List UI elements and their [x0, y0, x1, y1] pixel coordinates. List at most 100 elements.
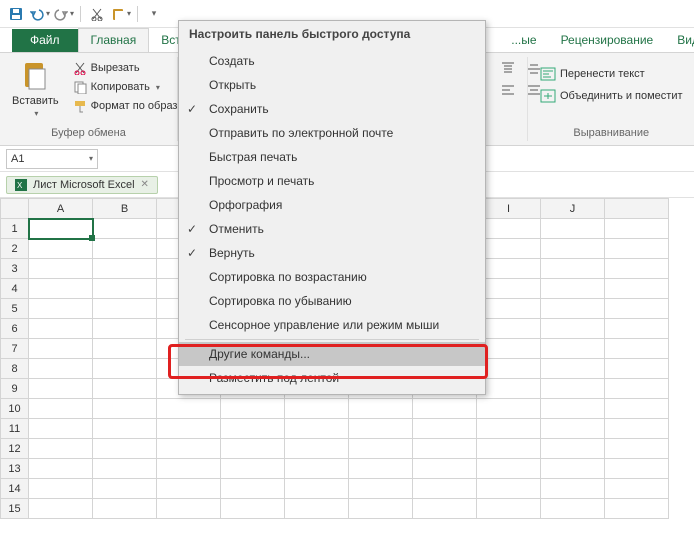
- cell[interactable]: [221, 479, 285, 499]
- cell[interactable]: [93, 339, 157, 359]
- cell[interactable]: [605, 279, 669, 299]
- cell[interactable]: [477, 479, 541, 499]
- menu-item[interactable]: Сортировка по возрастанию: [179, 265, 485, 289]
- cell[interactable]: [605, 459, 669, 479]
- cell[interactable]: [157, 439, 221, 459]
- cell[interactable]: [93, 459, 157, 479]
- close-icon[interactable]: ✕: [141, 179, 149, 190]
- cell[interactable]: [605, 499, 669, 519]
- menu-item[interactable]: Отправить по электронной почте: [179, 121, 485, 145]
- cell[interactable]: [605, 419, 669, 439]
- cell[interactable]: [413, 419, 477, 439]
- cell[interactable]: [349, 419, 413, 439]
- cell[interactable]: [93, 219, 157, 239]
- customize-qat-icon[interactable]: ▾: [144, 4, 164, 24]
- paste-icon[interactable]: ▾: [111, 4, 131, 24]
- cell[interactable]: [221, 399, 285, 419]
- cell[interactable]: [541, 399, 605, 419]
- cell[interactable]: [477, 399, 541, 419]
- cell[interactable]: [541, 239, 605, 259]
- cell[interactable]: [285, 419, 349, 439]
- menu-item[interactable]: Открыть: [179, 73, 485, 97]
- cell[interactable]: [29, 499, 93, 519]
- cell[interactable]: [477, 379, 541, 399]
- cell[interactable]: [93, 419, 157, 439]
- select-all-corner[interactable]: [1, 199, 29, 219]
- cell[interactable]: [93, 279, 157, 299]
- align-top-button[interactable]: [496, 59, 520, 79]
- row-header[interactable]: 12: [1, 439, 29, 459]
- wrap-text-button[interactable]: Перенести текст: [536, 65, 649, 83]
- menu-item[interactable]: Орфография: [179, 193, 485, 217]
- row-header[interactable]: 4: [1, 279, 29, 299]
- cell[interactable]: [93, 259, 157, 279]
- cell[interactable]: [93, 359, 157, 379]
- menu-item[interactable]: Быстрая печать: [179, 145, 485, 169]
- cell[interactable]: [477, 439, 541, 459]
- merge-button[interactable]: Объединить и поместит: [536, 87, 687, 105]
- menu-item[interactable]: Сортировка по убыванию: [179, 289, 485, 313]
- menu-item[interactable]: Разместить под лентой: [179, 366, 485, 390]
- cell[interactable]: [541, 499, 605, 519]
- document-tab[interactable]: X Лист Microsoft Excel ✕: [6, 176, 158, 194]
- cell[interactable]: [413, 479, 477, 499]
- cell[interactable]: [541, 479, 605, 499]
- menu-item[interactable]: ✓Вернуть: [179, 241, 485, 265]
- row-header[interactable]: 11: [1, 419, 29, 439]
- row-header[interactable]: 10: [1, 399, 29, 419]
- cell[interactable]: [29, 339, 93, 359]
- cell[interactable]: [477, 339, 541, 359]
- align-left-button[interactable]: [496, 81, 520, 101]
- cell[interactable]: [605, 479, 669, 499]
- cell[interactable]: [285, 479, 349, 499]
- cell[interactable]: [541, 419, 605, 439]
- cell[interactable]: [157, 399, 221, 419]
- cell[interactable]: [221, 419, 285, 439]
- cell[interactable]: [29, 459, 93, 479]
- cell[interactable]: [93, 319, 157, 339]
- cell[interactable]: [29, 219, 93, 239]
- cell[interactable]: [349, 459, 413, 479]
- cell[interactable]: [29, 259, 93, 279]
- cell[interactable]: [605, 379, 669, 399]
- column-header[interactable]: A: [29, 199, 93, 219]
- redo-icon[interactable]: ▾: [54, 4, 74, 24]
- tab-home[interactable]: Главная: [78, 28, 150, 52]
- cell[interactable]: [477, 279, 541, 299]
- cell[interactable]: [477, 299, 541, 319]
- cell[interactable]: [605, 319, 669, 339]
- row-header[interactable]: 3: [1, 259, 29, 279]
- cell[interactable]: [29, 279, 93, 299]
- cell[interactable]: [477, 239, 541, 259]
- paste-button[interactable]: Вставить ▾: [8, 59, 63, 120]
- cell[interactable]: [541, 319, 605, 339]
- menu-item[interactable]: Сенсорное управление или режим мыши: [179, 313, 485, 337]
- cell[interactable]: [605, 299, 669, 319]
- cell[interactable]: [541, 259, 605, 279]
- cell[interactable]: [413, 399, 477, 419]
- cell[interactable]: [413, 499, 477, 519]
- cell[interactable]: [157, 479, 221, 499]
- undo-icon[interactable]: ▾: [30, 4, 50, 24]
- row-header[interactable]: 5: [1, 299, 29, 319]
- cell[interactable]: [541, 279, 605, 299]
- column-header[interactable]: [605, 199, 669, 219]
- cut-button[interactable]: Вырезать: [69, 59, 191, 77]
- cell[interactable]: [605, 259, 669, 279]
- cell[interactable]: [477, 219, 541, 239]
- column-header[interactable]: B: [93, 199, 157, 219]
- cell[interactable]: [29, 319, 93, 339]
- cell[interactable]: [221, 439, 285, 459]
- cell[interactable]: [285, 439, 349, 459]
- cut-icon[interactable]: [87, 4, 107, 24]
- cell[interactable]: [157, 499, 221, 519]
- cell[interactable]: [413, 459, 477, 479]
- cell[interactable]: [93, 439, 157, 459]
- row-header[interactable]: 8: [1, 359, 29, 379]
- cell[interactable]: [477, 359, 541, 379]
- cell[interactable]: [29, 399, 93, 419]
- cell[interactable]: [29, 239, 93, 259]
- column-header[interactable]: J: [541, 199, 605, 219]
- cell[interactable]: [93, 479, 157, 499]
- tab-review[interactable]: Рецензирование: [549, 29, 666, 52]
